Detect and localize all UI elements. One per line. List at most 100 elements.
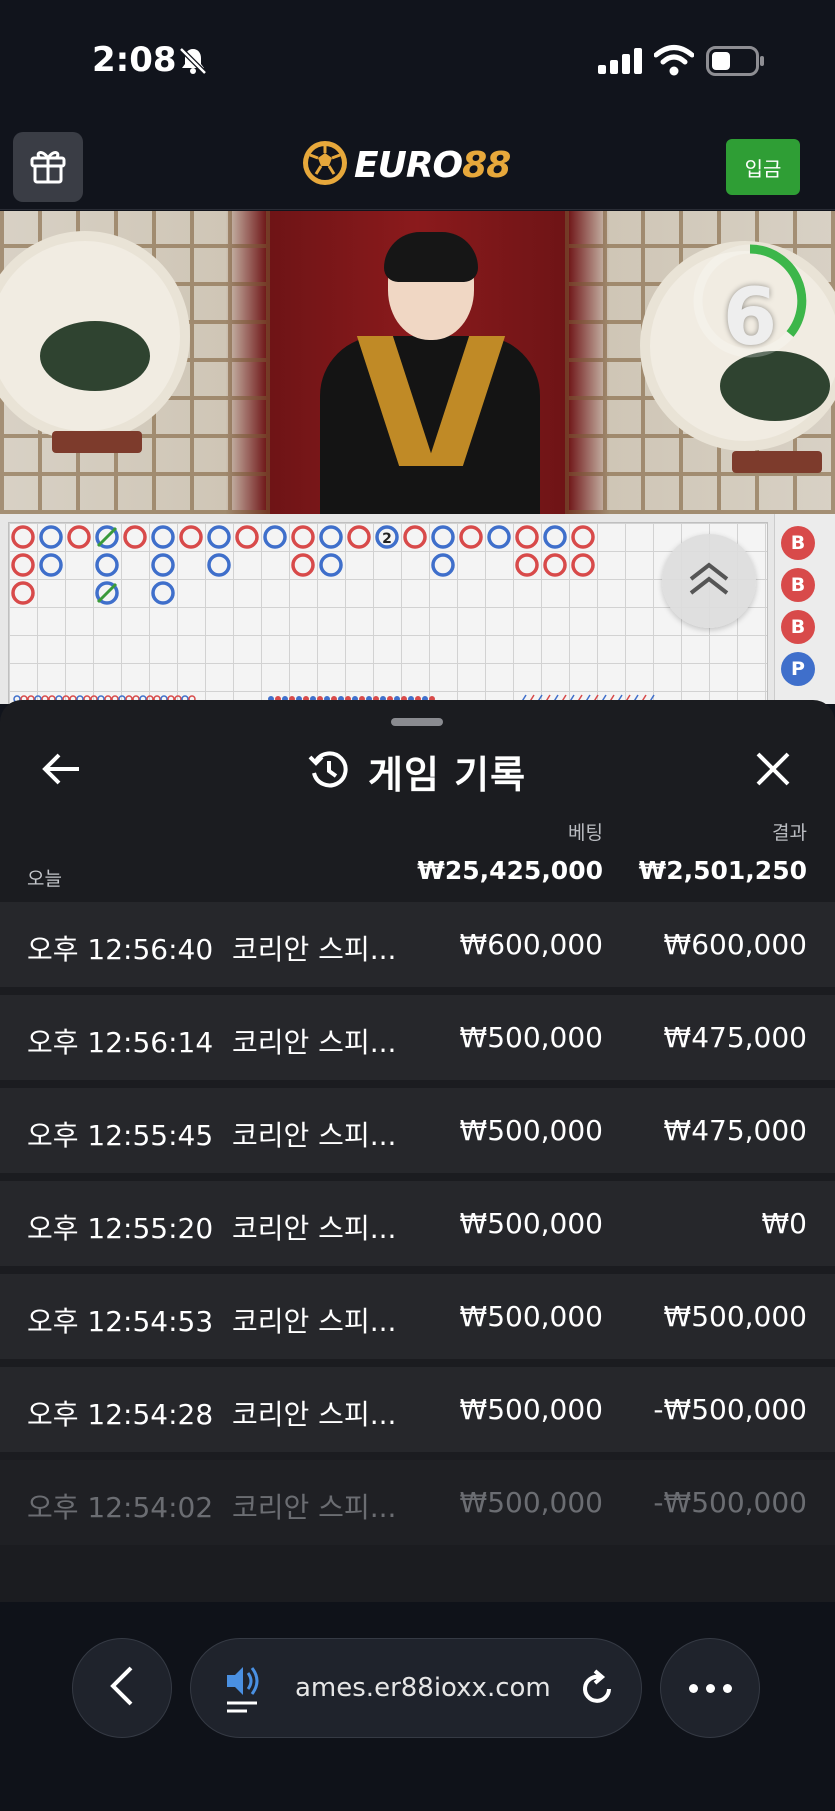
banker-bead <box>515 553 539 577</box>
game-history-sheet: 게임 기록 베팅 결과 오늘 ₩25,425,000 ₩2,501,250 오후… <box>0 700 835 1602</box>
live-video-feed: 6 <box>0 211 835 514</box>
row-time: 오후 12:54:02 <box>27 1491 214 1524</box>
history-row[interactable]: 오후 12:56:14 코리안 스피... ₩500,000 ₩475,000 <box>0 995 835 1080</box>
player-bead <box>319 525 343 549</box>
result-column-header: 결과 <box>772 822 807 844</box>
banker-bead <box>291 525 315 549</box>
sheet-title: 게임 기록 <box>308 744 526 799</box>
history-row[interactable]: 오후 12:54:28 코리안 스피... ₩500,000 -₩500,000 <box>0 1367 835 1452</box>
close-button[interactable] <box>748 746 798 796</box>
browser-back-button[interactable] <box>72 1638 172 1738</box>
player-bead <box>431 525 455 549</box>
total-bet: ₩25,425,000 <box>417 856 603 885</box>
dealer <box>320 232 540 514</box>
banker-bead <box>459 525 483 549</box>
status-time: 2:08 <box>92 40 177 80</box>
row-result: ₩600,000 <box>663 928 807 961</box>
reload-icon[interactable] <box>577 1669 617 1713</box>
banker-bead <box>11 553 35 577</box>
pot-left <box>52 431 142 453</box>
banker-bead <box>347 525 371 549</box>
row-bet: ₩600,000 <box>459 928 603 961</box>
app-header: EURO88 입금 <box>0 120 835 210</box>
row-game: 코리안 스피... <box>232 1305 397 1338</box>
more-dot <box>722 1683 732 1693</box>
expand-scoreboard-button[interactable] <box>662 534 756 628</box>
player-bead <box>207 553 231 577</box>
history-icon <box>308 749 350 795</box>
countdown-number: 6 <box>722 273 778 363</box>
row-bet: ₩500,000 <box>459 1486 603 1519</box>
sheet-grabber[interactable] <box>391 718 443 726</box>
side-bead: B <box>781 568 815 602</box>
row-bet: ₩500,000 <box>459 1393 603 1426</box>
banker-bead <box>11 525 35 549</box>
player-bead <box>207 525 231 549</box>
row-game: 코리안 스피... <box>232 1491 397 1524</box>
banker-bead <box>543 553 567 577</box>
dealer-body <box>320 336 540 514</box>
banker-bead <box>123 525 147 549</box>
player-bead <box>151 553 175 577</box>
row-result: ₩475,000 <box>663 1021 807 1054</box>
player-bead <box>543 525 567 549</box>
pot-right <box>732 451 822 473</box>
more-button[interactable] <box>660 1638 760 1738</box>
history-list: 오후 12:56:40 코리안 스피... ₩600,000 ₩600,000 … <box>0 902 835 1553</box>
side-bead: P <box>781 652 815 686</box>
banker-bead <box>179 525 203 549</box>
bonsai-left <box>40 321 150 391</box>
banker-bead <box>515 525 539 549</box>
row-game: 코리안 스피... <box>232 1026 397 1059</box>
row-result: ₩500,000 <box>663 1300 807 1333</box>
logo-text: EURO88 <box>354 145 511 186</box>
banker-bead <box>571 525 595 549</box>
banker-bead <box>235 525 259 549</box>
double-chevron-up-icon <box>687 559 731 603</box>
bead-road: 2 <box>8 522 768 704</box>
total-result: ₩2,501,250 <box>638 856 807 885</box>
row-result: ₩0 <box>761 1207 808 1240</box>
row-result: -₩500,000 <box>653 1393 807 1426</box>
url-text: ames.er88ioxx.com <box>295 1673 551 1703</box>
row-time: 오후 12:54:28 <box>27 1398 214 1431</box>
euro88-logo: EURO88 <box>300 138 511 192</box>
history-row[interactable]: 오후 12:55:45 코리안 스피... ₩500,000 ₩475,000 <box>0 1088 835 1173</box>
speaker-icon[interactable] <box>223 1663 267 1719</box>
soccer-ball-icon <box>300 138 350 192</box>
address-bar[interactable]: ames.er88ioxx.com <box>190 1638 642 1738</box>
gift-button[interactable] <box>13 132 83 202</box>
side-bead-road: B B B P <box>774 514 835 704</box>
bet-column-header: 베팅 <box>568 822 603 844</box>
row-game: 코리안 스피... <box>232 1398 397 1431</box>
sheet-title-text: 게임 기록 <box>368 753 527 797</box>
row-result: -₩500,000 <box>653 1486 807 1519</box>
banker-bead <box>11 581 35 605</box>
player-bead <box>39 525 63 549</box>
row-bet: ₩500,000 <box>459 1207 603 1240</box>
side-bead: B <box>781 526 815 560</box>
banker-bead <box>67 525 91 549</box>
row-game: 코리안 스피... <box>232 1212 397 1245</box>
signal-icon <box>598 48 642 78</box>
player-bead <box>487 525 511 549</box>
back-button[interactable] <box>36 746 86 796</box>
banker-bead <box>403 525 427 549</box>
more-dot <box>705 1683 715 1693</box>
row-time: 오후 12:56:40 <box>27 933 214 966</box>
row-game: 코리안 스피... <box>232 1119 397 1152</box>
banker-bead <box>571 553 595 577</box>
deposit-button[interactable]: 입금 <box>726 139 800 195</box>
history-row[interactable]: 오후 12:55:20 코리안 스피... ₩500,000 ₩0 <box>0 1181 835 1266</box>
history-row[interactable]: 오후 12:54:02 코리안 스피... ₩500,000 -₩500,000 <box>0 1460 835 1545</box>
row-game: 코리안 스피... <box>232 933 397 966</box>
player-bead <box>431 553 455 577</box>
history-row[interactable]: 오후 12:56:40 코리안 스피... ₩600,000 ₩600,000 <box>0 902 835 987</box>
player-bead <box>95 553 119 577</box>
bell-off-icon <box>178 46 208 80</box>
chevron-left-icon <box>107 1664 137 1712</box>
history-row[interactable]: 오후 12:54:53 코리안 스피... ₩500,000 ₩500,000 <box>0 1274 835 1359</box>
player-bead <box>151 525 175 549</box>
gift-icon <box>27 144 69 190</box>
row-time: 오후 12:55:45 <box>27 1119 214 1152</box>
